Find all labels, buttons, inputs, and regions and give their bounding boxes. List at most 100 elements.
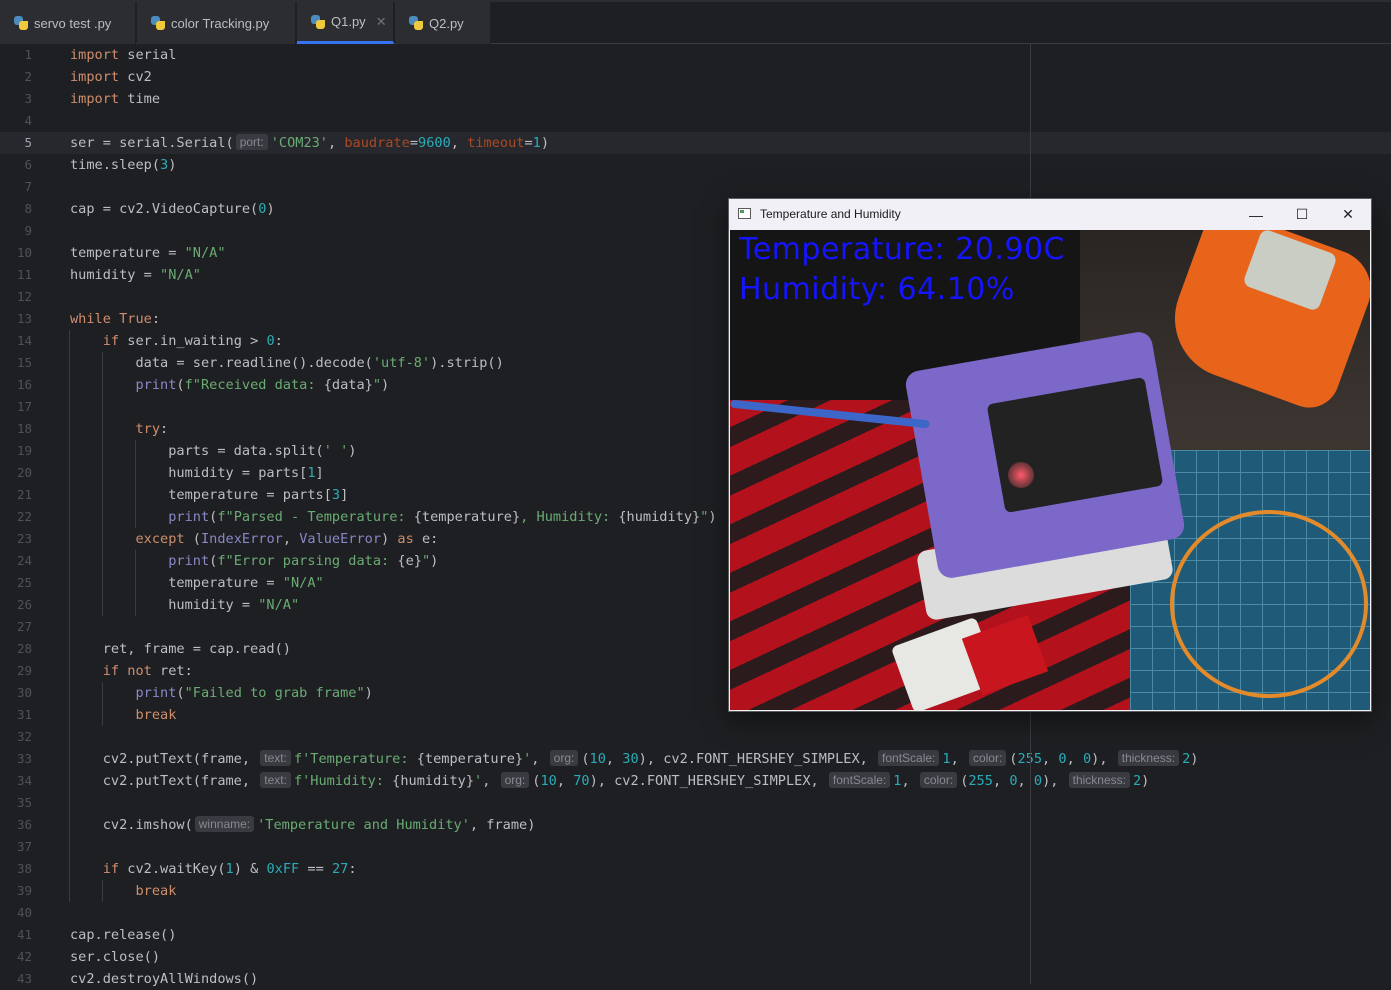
line-number[interactable]: 5 xyxy=(0,132,32,154)
line-number[interactable]: 30 xyxy=(0,682,32,704)
line-number[interactable]: 12 xyxy=(0,286,32,308)
parameter-hint: org: xyxy=(549,750,579,766)
line-number[interactable]: 3 xyxy=(0,88,32,110)
code-token: ) xyxy=(1190,751,1199,767)
line-number[interactable]: 42 xyxy=(0,946,32,968)
code-line[interactable]: 5 ser = serial.Serial(port: 'COM23', baudr… xyxy=(0,132,1391,154)
line-number[interactable]: 2 xyxy=(0,66,32,88)
line-number[interactable]: 43 xyxy=(0,968,32,990)
code-token: ) xyxy=(430,553,439,569)
line-number[interactable]: 17 xyxy=(0,396,32,418)
line-number[interactable]: 4 xyxy=(0,110,32,132)
line-number[interactable]: 25 xyxy=(0,572,32,594)
line-number[interactable]: 33 xyxy=(0,748,32,770)
code-line[interactable]: 6 time.sleep(3) xyxy=(0,154,1391,176)
line-number[interactable]: 11 xyxy=(0,264,32,286)
line-number[interactable]: 35 xyxy=(0,792,32,814)
code-token: ), cv2.FONT_HERSHEY_SIMPLEX, xyxy=(589,773,827,789)
code-token: ), cv2.FONT_HERSHEY_SIMPLEX, xyxy=(638,751,877,767)
code-token: import xyxy=(70,69,120,85)
line-number[interactable]: 27 xyxy=(0,616,32,638)
code-text: print("Failed to grab frame") xyxy=(70,682,372,704)
code-line[interactable]: 1 import serial xyxy=(0,44,1391,66)
overlay-temperature: Temperature: 20.90C xyxy=(739,232,1066,267)
tab-q1[interactable]: Q1.py ✕ xyxy=(297,2,394,44)
line-number[interactable]: 18 xyxy=(0,418,32,440)
code-text: if not ret: xyxy=(70,660,193,682)
line-number[interactable]: 23 xyxy=(0,528,32,550)
line-number[interactable]: 41 xyxy=(0,924,32,946)
line-number[interactable]: 37 xyxy=(0,836,32,858)
code-token: ) xyxy=(168,157,177,173)
code-line[interactable]: 33 cv2.putText(frame, text: f'Temperature… xyxy=(0,748,1391,770)
code-line[interactable]: 34 cv2.putText(frame, text: f'Humidity: {… xyxy=(0,770,1391,792)
line-number[interactable]: 19 xyxy=(0,440,32,462)
line-number[interactable]: 26 xyxy=(0,594,32,616)
line-number[interactable]: 28 xyxy=(0,638,32,660)
code-token: {data} xyxy=(323,377,373,393)
line-number[interactable]: 29 xyxy=(0,660,32,682)
code-token: ser = serial.Serial( xyxy=(70,135,234,151)
line-number[interactable]: 21 xyxy=(0,484,32,506)
line-number[interactable]: 36 xyxy=(0,814,32,836)
code-token: "N/A" xyxy=(282,575,324,591)
code-line[interactable]: 40 xyxy=(0,902,1391,924)
line-number[interactable]: 32 xyxy=(0,726,32,748)
line-number[interactable]: 10 xyxy=(0,242,32,264)
code-line[interactable]: 7 xyxy=(0,176,1391,198)
line-number[interactable]: 34 xyxy=(0,770,32,792)
code-line[interactable]: 38 if cv2.waitKey(1) & 0xFF == 27: xyxy=(0,858,1391,880)
close-button[interactable]: ✕ xyxy=(1325,199,1371,230)
code-token: break xyxy=(135,707,177,723)
code-token: {e} xyxy=(397,553,422,569)
opencv-window[interactable]: Temperature and Humidity — ☐ ✕ Temperatu… xyxy=(729,199,1371,711)
code-line[interactable]: 32 xyxy=(0,726,1391,748)
line-number[interactable]: 7 xyxy=(0,176,32,198)
code-token: , xyxy=(482,773,499,789)
code-line[interactable]: 36 cv2.imshow(winname: 'Temperature and H… xyxy=(0,814,1391,836)
line-number[interactable]: 1 xyxy=(0,44,32,66)
tab-q2[interactable]: Q2.py xyxy=(395,2,491,44)
servo-wires xyxy=(1170,510,1368,698)
code-text: except (IndexError, ValueError) as e: xyxy=(70,528,438,550)
line-number[interactable]: 40 xyxy=(0,902,32,924)
code-line[interactable]: 4 xyxy=(0,110,1391,132)
line-number[interactable]: 22 xyxy=(0,506,32,528)
line-number[interactable]: 39 xyxy=(0,880,32,902)
code-token: f"Received data: xyxy=(184,377,324,393)
tab-color-tracking[interactable]: color Tracking.py xyxy=(137,2,296,44)
line-number[interactable]: 16 xyxy=(0,374,32,396)
code-line[interactable]: 42 ser.close() xyxy=(0,946,1391,968)
code-line[interactable]: 2 import cv2 xyxy=(0,66,1391,88)
code-token: ValueError xyxy=(299,531,382,547)
line-number[interactable]: 8 xyxy=(0,198,32,220)
code-line[interactable]: 41 cap.release() xyxy=(0,924,1391,946)
code-token: 30 xyxy=(622,751,639,767)
code-token: : xyxy=(160,421,169,437)
line-number[interactable]: 20 xyxy=(0,462,32,484)
line-number[interactable]: 24 xyxy=(0,550,32,572)
code-line[interactable]: 39 break xyxy=(0,880,1391,902)
line-number[interactable]: 6 xyxy=(0,154,32,176)
code-line[interactable]: 3 import time xyxy=(0,88,1391,110)
camera-frame: Temperature: 20.90C Humidity: 64.10% xyxy=(730,230,1370,710)
line-number[interactable]: 31 xyxy=(0,704,32,726)
code-line[interactable]: 35 xyxy=(0,792,1391,814)
line-number[interactable]: 13 xyxy=(0,308,32,330)
parameter-hint: text: xyxy=(260,750,291,766)
line-number[interactable]: 14 xyxy=(0,330,32,352)
close-tab-icon[interactable]: ✕ xyxy=(376,14,387,30)
line-number[interactable]: 9 xyxy=(0,220,32,242)
line-number[interactable]: 38 xyxy=(0,858,32,880)
code-line[interactable]: 43 cv2.destroyAllWindows() xyxy=(0,968,1391,990)
line-number[interactable]: 15 xyxy=(0,352,32,374)
window-titlebar[interactable]: Temperature and Humidity — ☐ ✕ xyxy=(729,199,1371,230)
maximize-button[interactable]: ☐ xyxy=(1279,199,1325,230)
code-line[interactable]: 37 xyxy=(0,836,1391,858)
code-text: print(f"Error parsing data: {e}") xyxy=(70,550,438,572)
tab-servo-test[interactable]: servo test .py xyxy=(0,2,136,44)
minimize-button[interactable]: — xyxy=(1233,199,1279,230)
window-title: Temperature and Humidity xyxy=(760,207,901,221)
code-text: ret, frame = cap.read() xyxy=(70,638,291,660)
